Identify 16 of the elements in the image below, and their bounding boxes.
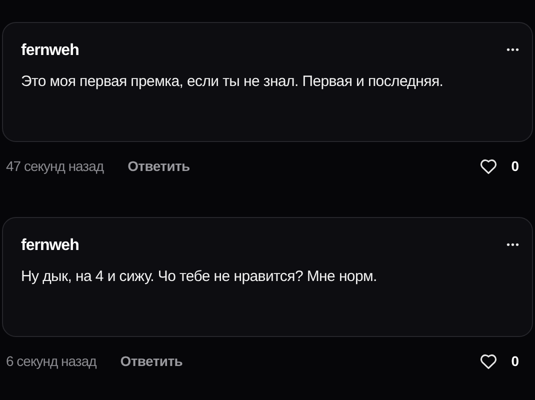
more-button[interactable]: ••• xyxy=(506,46,520,56)
more-button[interactable]: ••• xyxy=(506,241,520,251)
heart-icon xyxy=(480,354,497,369)
reply-link[interactable]: Ответить xyxy=(120,351,183,372)
like-button[interactable] xyxy=(479,158,498,174)
like-count: 0 xyxy=(511,352,519,371)
reply-link[interactable]: Ответить xyxy=(128,156,190,177)
timestamp: 6 секунд назад xyxy=(6,352,96,371)
username[interactable]: fernweh xyxy=(21,39,79,63)
heart-icon xyxy=(480,159,497,174)
timestamp: 47 секунд назад xyxy=(6,157,104,176)
comment-text: Это моя первая премка, если ты не знал. Первая и последняя. xyxy=(21,72,444,92)
like-count: 0 xyxy=(511,157,519,176)
comment-text: Ну дык, на 4 и сижу. Чо тебе не нравится? Мне норм. xyxy=(21,267,378,287)
like-button[interactable] xyxy=(479,354,498,370)
username[interactable]: fernweh xyxy=(21,234,79,258)
